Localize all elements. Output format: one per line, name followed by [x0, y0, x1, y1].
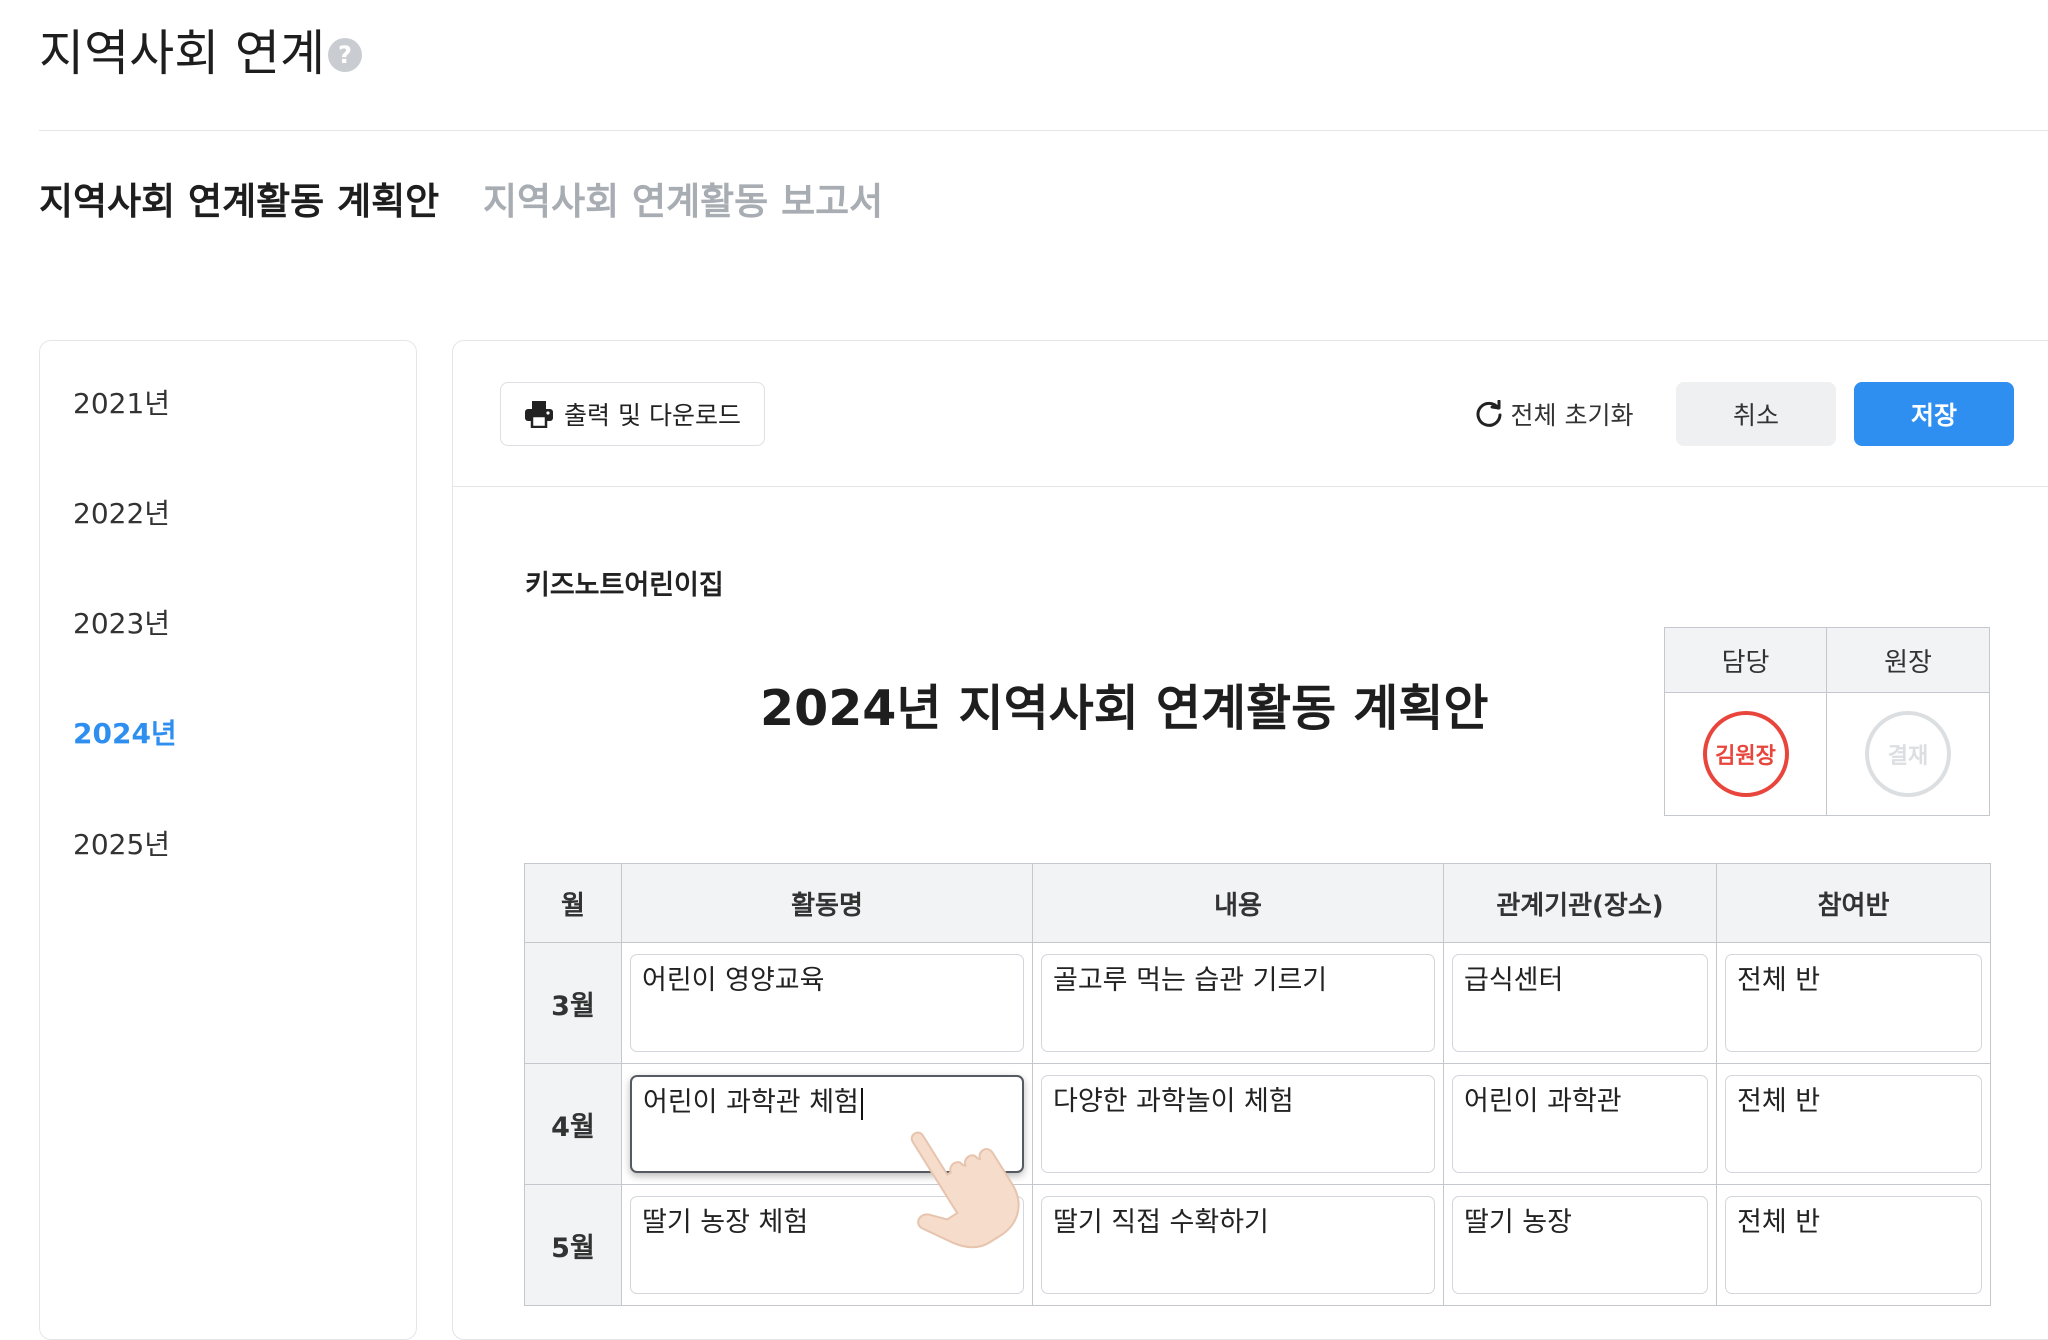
col-header-place: 관계기관(장소) — [1443, 863, 1717, 943]
reset-all-label: 전체 초기화 — [1510, 401, 1634, 430]
hand-pointer-icon — [910, 1131, 1020, 1249]
tab-plan[interactable]: 지역사회 연계활동 계획안 — [39, 172, 439, 232]
col-header-activity: 활동명 — [621, 863, 1033, 943]
year-item-2024[interactable]: 2024년 — [73, 714, 177, 754]
place-input[interactable]: 어린이 과학관 — [1452, 1075, 1708, 1173]
approval-header-director: 원장 — [1827, 628, 1989, 693]
month-cell: 3월 — [524, 942, 622, 1064]
col-header-month: 월 — [524, 863, 622, 943]
class-input[interactable]: 전체 반 — [1725, 1196, 1982, 1294]
header-divider — [39, 130, 2048, 131]
document-title: 2024년 지역사회 연계활동 계획안 — [760, 680, 1489, 737]
activity-input-text: 어린이 과학관 체험 — [643, 1087, 859, 1118]
place-input[interactable]: 딸기 농장 — [1452, 1196, 1708, 1294]
table-header-row: 월 활동명 내용 관계기관(장소) 참여반 — [524, 863, 1991, 943]
content-input[interactable]: 딸기 직접 수확하기 — [1041, 1196, 1435, 1294]
approval-box: 담당 원장 김원장 결재 — [1664, 627, 1990, 816]
col-header-content: 내용 — [1032, 863, 1444, 943]
month-cell: 4월 — [524, 1063, 622, 1185]
table-row: 3월 어린이 영양교육 골고루 먹는 습관 기르기 급식센터 전체 반 — [524, 942, 1991, 1064]
place-input[interactable]: 급식센터 — [1452, 954, 1708, 1052]
year-item-2025[interactable]: 2025년 — [73, 825, 170, 865]
class-input[interactable]: 전체 반 — [1725, 954, 1982, 1052]
cancel-button[interactable]: 취소 — [1676, 382, 1836, 446]
signed-stamp: 김원장 — [1702, 711, 1789, 797]
content-input[interactable]: 다양한 과학놀이 체험 — [1041, 1075, 1435, 1173]
print-download-button[interactable]: 출력 및 다운로드 — [500, 382, 765, 446]
text-caret — [860, 1087, 863, 1120]
approval-header-manager: 담당 — [1665, 628, 1827, 693]
reset-all-button[interactable]: 전체 초기화 — [1468, 382, 1640, 446]
class-input[interactable]: 전체 반 — [1725, 1075, 1982, 1173]
content-input[interactable]: 골고루 먹는 습관 기르기 — [1041, 954, 1435, 1052]
table-row: 4월 어린이 과학관 체험 다양한 과학놀이 체험 어린이 과학관 전체 반 — [524, 1063, 1991, 1185]
approval-cell-manager: 김원장 — [1665, 693, 1827, 815]
approval-cell-director[interactable]: 결재 — [1827, 693, 1989, 815]
year-item-2022[interactable]: 2022년 — [73, 494, 170, 534]
year-item-2023[interactable]: 2023년 — [73, 604, 170, 644]
save-button[interactable]: 저장 — [1854, 382, 2014, 446]
activity-table: 월 활동명 내용 관계기관(장소) 참여반 3월 어린이 영양교육 골고루 먹는… — [524, 863, 1991, 1306]
page-title: 지역사회 연계 — [39, 25, 326, 82]
pending-approval-stamp[interactable]: 결재 — [1865, 711, 1951, 797]
year-item-2021[interactable]: 2021년 — [73, 384, 170, 424]
table-row: 5월 딸기 농장 체험 딸기 직접 수확하기 딸기 농장 전체 반 — [524, 1184, 1991, 1306]
print-download-label: 출력 및 다운로드 — [564, 401, 741, 430]
month-cell: 5월 — [524, 1184, 622, 1306]
help-icon[interactable]: ? — [328, 38, 362, 72]
col-header-class: 참여반 — [1716, 863, 1991, 943]
tab-report[interactable]: 지역사회 연계활동 보고서 — [483, 172, 883, 232]
refresh-icon — [1476, 400, 1502, 427]
activity-input[interactable]: 어린이 영양교육 — [630, 954, 1024, 1052]
toolbar-divider — [453, 486, 2048, 487]
school-name: 키즈노트어린이집 — [525, 570, 724, 601]
printer-icon — [525, 401, 554, 428]
